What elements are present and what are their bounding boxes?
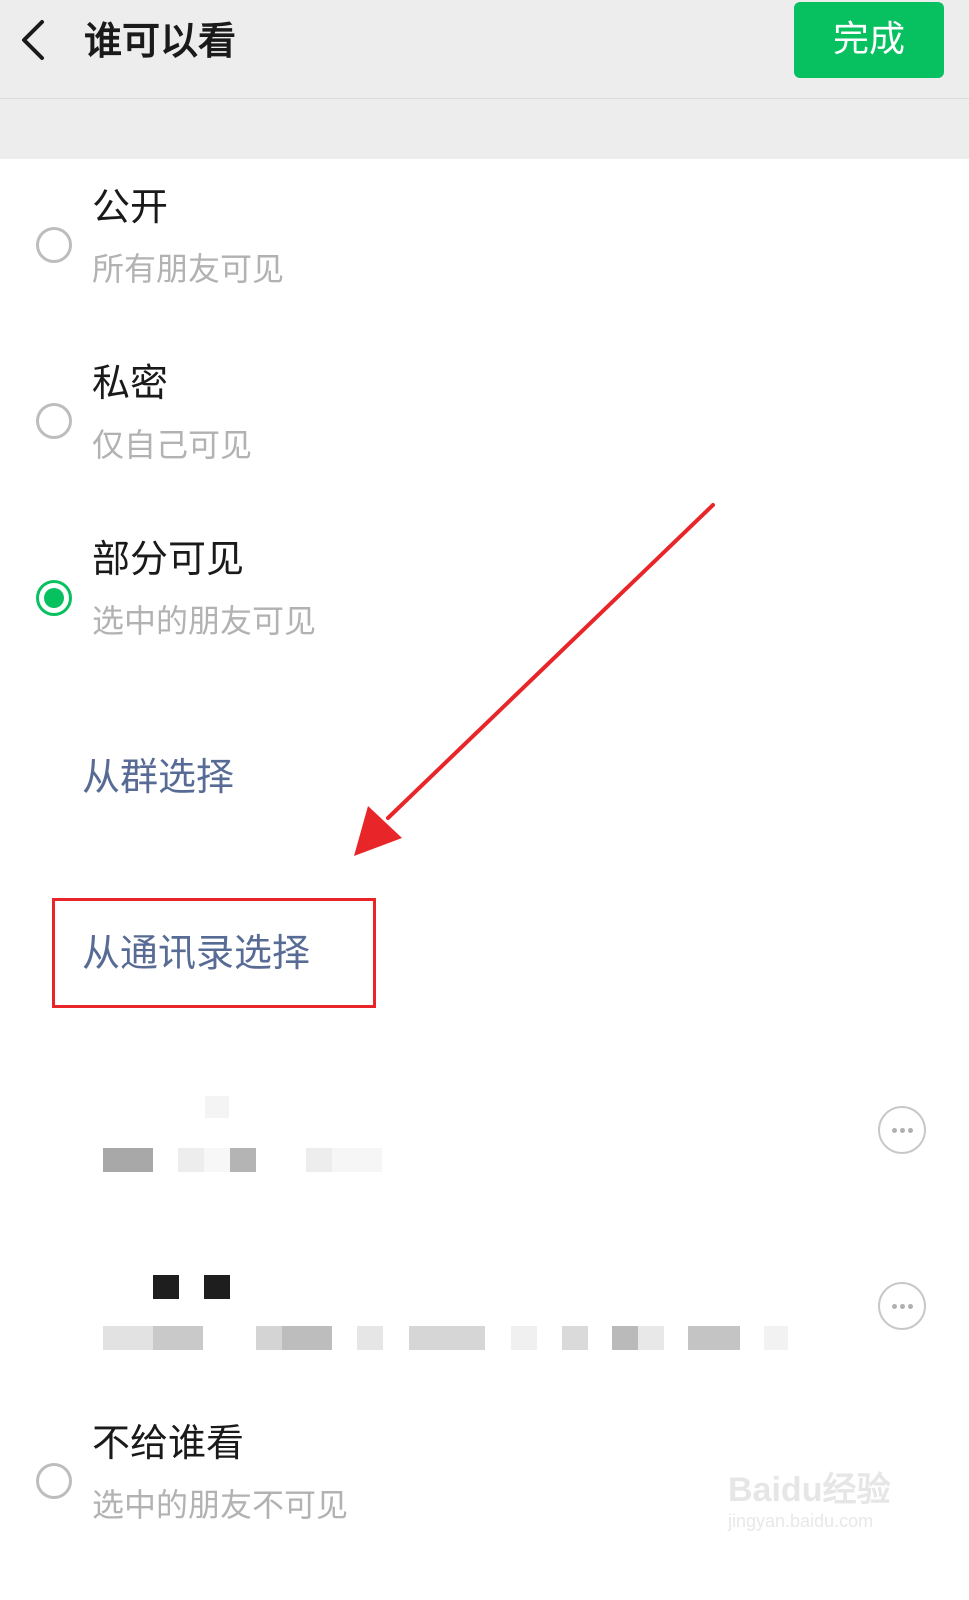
pixelated-name-block xyxy=(306,1148,332,1172)
option-title: 私密 xyxy=(92,361,169,405)
watermark-brand-suffix: du经验 xyxy=(780,1471,891,1509)
ellipsis-dot xyxy=(900,1128,905,1133)
pixelated-name-block xyxy=(256,1326,282,1350)
done-button[interactable]: 完成 xyxy=(794,2,944,78)
back-button[interactable] xyxy=(12,14,56,66)
ellipsis-dot xyxy=(908,1304,913,1309)
section-divider xyxy=(0,99,969,159)
annotation-highlight-box xyxy=(52,898,376,1008)
pixelated-name-block xyxy=(638,1326,664,1350)
pixelated-name-block xyxy=(332,1148,382,1172)
pixelated-name-block xyxy=(612,1326,638,1350)
option-title: 部分可见 xyxy=(92,537,245,581)
top-bar: 谁可以看 完成 xyxy=(0,0,969,99)
pixelated-name-block xyxy=(178,1148,204,1172)
pixelated-name-block xyxy=(204,1275,230,1299)
pixelated-name-block xyxy=(562,1326,588,1350)
pixelated-name-block xyxy=(409,1326,485,1350)
option-subtitle: 所有朋友可见 xyxy=(92,250,285,288)
pixelated-name-block xyxy=(357,1326,383,1350)
watermark-brand: Bai xyxy=(728,1471,781,1509)
ellipsis-dot xyxy=(892,1128,897,1133)
ellipsis-dot xyxy=(900,1304,905,1309)
pixelated-name-block xyxy=(153,1326,203,1350)
radio-checked-icon[interactable] xyxy=(36,580,72,616)
pixelated-name-block xyxy=(688,1326,740,1350)
more-options-button[interactable] xyxy=(878,1282,926,1330)
ellipsis-dot xyxy=(908,1128,913,1133)
pixelated-name-block xyxy=(511,1326,537,1350)
radio-unchecked-icon[interactable] xyxy=(36,227,72,263)
ellipsis-dot xyxy=(892,1304,897,1309)
pixelated-name-block xyxy=(205,1096,229,1118)
baidu-watermark: Baidu经验 jingyan.baidu.com xyxy=(728,1462,928,1552)
pixelated-name-block xyxy=(103,1326,153,1350)
pixelated-name-block xyxy=(103,1148,153,1172)
watermark-site: jingyan.baidu.com xyxy=(728,1511,874,1531)
option-subtitle: 选中的朋友可见 xyxy=(92,602,317,640)
option-title: 不给谁看 xyxy=(92,1421,245,1465)
more-options-button[interactable] xyxy=(878,1106,926,1154)
page-title: 谁可以看 xyxy=(84,19,237,63)
option-subtitle: 选中的朋友不可见 xyxy=(92,1486,349,1524)
select-from-group-link[interactable]: 从群选择 xyxy=(82,752,234,802)
option-subtitle: 仅自己可见 xyxy=(92,426,253,464)
pixelated-name-block xyxy=(282,1326,332,1350)
option-public[interactable]: 公开 所有朋友可见 xyxy=(0,170,969,320)
pixelated-name-block xyxy=(230,1148,256,1172)
option-title: 公开 xyxy=(92,185,169,229)
pixelated-name-block xyxy=(764,1326,788,1350)
chevron-left-icon xyxy=(22,20,44,60)
option-private[interactable]: 私密 仅自己可见 xyxy=(0,346,969,496)
radio-unchecked-icon[interactable] xyxy=(36,403,72,439)
radio-unchecked-icon[interactable] xyxy=(36,1463,72,1499)
pixelated-name-block xyxy=(153,1275,179,1299)
option-partial[interactable]: 部分可见 选中的朋友可见 xyxy=(0,522,969,672)
pixelated-name-block xyxy=(204,1148,230,1172)
